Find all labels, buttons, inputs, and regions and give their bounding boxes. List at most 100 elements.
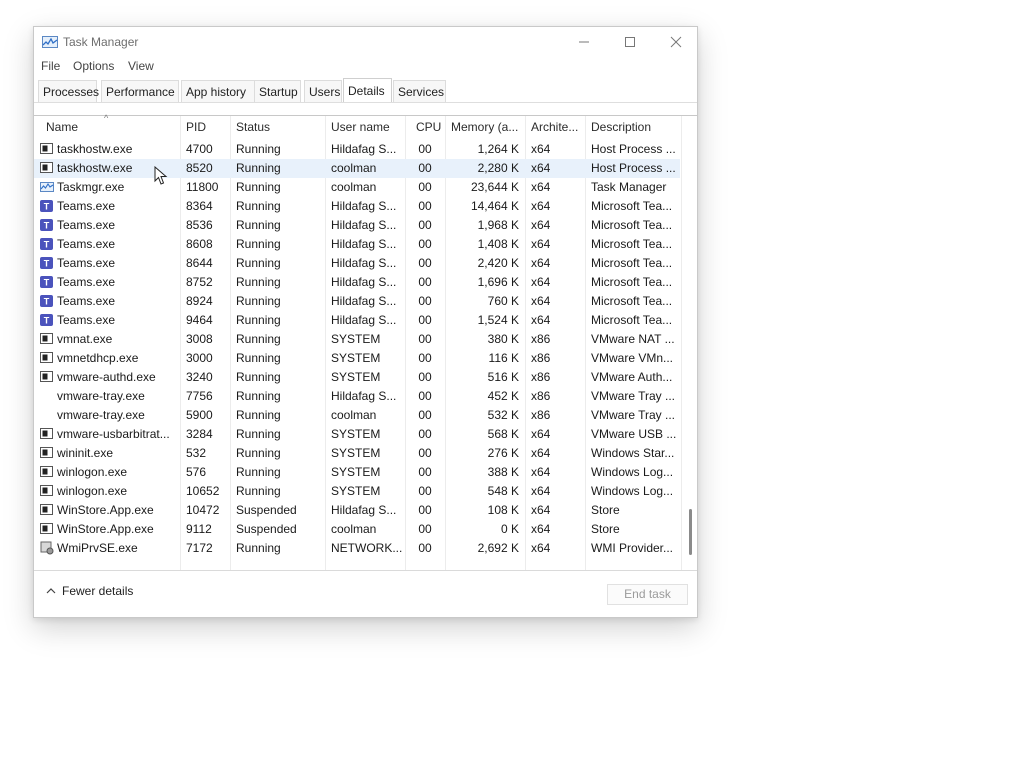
process-memory-cell: 2,420 K <box>477 256 519 270</box>
column-header-user-name[interactable]: User name <box>325 116 405 138</box>
process-row[interactable]: WmiPrvSE.exe 7172 Running NETWORK... 00 2,692… <box>34 539 680 558</box>
column-header-cpu[interactable]: CPU <box>405 116 445 138</box>
process-arch-cell: x64 <box>531 427 551 441</box>
process-desc-cell: Microsoft Tea... <box>591 218 673 232</box>
process-desc-cell: VMware Tray ... <box>591 408 676 422</box>
process-row[interactable]: winlogon.exe 576 Running SYSTEM 00 388 K x64 Wi… <box>34 463 680 482</box>
menu-view[interactable]: View <box>128 59 154 73</box>
process-row[interactable]: vmware-usbarbitrat... 3284 Running SYSTEM 00… <box>34 425 680 444</box>
process-arch-cell: x64 <box>531 275 551 289</box>
scrollbar-thumb[interactable] <box>689 509 692 555</box>
menu-file[interactable]: File <box>41 59 60 73</box>
process-desc-cell: Task Manager <box>591 180 667 194</box>
process-status-cell: Running <box>236 275 281 289</box>
process-memory-cell: 23,644 K <box>470 180 519 194</box>
process-name-cell: T Teams.exe <box>34 235 180 254</box>
process-pid-cell: 8520 <box>186 161 213 175</box>
process-desc-cell: Microsoft Tea... <box>591 294 673 308</box>
process-name: taskhostw.exe <box>57 142 133 156</box>
process-pid-cell: 9464 <box>186 313 213 327</box>
tab-strip: Processes Performance App history Startu… <box>38 78 697 102</box>
process-desc-cell: VMware VMn... <box>591 351 674 365</box>
process-row[interactable]: Taskmgr.exe 11800 Running coolman 00 23,644 K… <box>34 178 680 197</box>
column-header-architecture[interactable]: Archite... <box>525 116 585 138</box>
process-pid-cell: 8752 <box>186 275 213 289</box>
process-row[interactable]: wininit.exe 532 Running SYSTEM 00 276 K x64 Win… <box>34 444 680 463</box>
tab-performance[interactable]: Performance <box>101 80 179 102</box>
process-name-cell: vmware-authd.exe <box>34 368 180 387</box>
column-header-pid[interactable]: PID <box>180 116 230 138</box>
process-row[interactable]: T Teams.exe 9464 Running Hildafag S... 00 1,52… <box>34 311 680 330</box>
fewer-details-button[interactable]: Fewer details <box>46 584 133 598</box>
process-row[interactable]: T Teams.exe 8644 Running Hildafag S... 00 2,42… <box>34 254 680 273</box>
process-pid-cell: 576 <box>186 465 207 479</box>
process-row[interactable]: taskhostw.exe 4700 Running Hildafag S... 00 1… <box>34 140 680 159</box>
process-cpu-cell: 00 <box>418 370 432 384</box>
tab-services[interactable]: Services <box>393 80 446 102</box>
process-status-cell: Running <box>236 180 281 194</box>
process-arch-cell: x64 <box>531 446 551 460</box>
process-name: taskhostw.exe <box>57 161 133 175</box>
process-arch-cell: x64 <box>531 465 551 479</box>
tab-details[interactable]: Details <box>343 78 392 102</box>
process-memory-cell: 532 K <box>487 408 519 422</box>
column-header-description[interactable]: Description <box>585 116 681 138</box>
process-memory-cell: 760 K <box>487 294 519 308</box>
process-pid-cell: 8364 <box>186 199 213 213</box>
column-divider[interactable] <box>681 116 682 571</box>
process-cpu-cell: 00 <box>418 199 432 213</box>
process-row[interactable]: vmnat.exe 3008 Running SYSTEM 00 380 K x86 VMwa… <box>34 330 680 349</box>
menu-options[interactable]: Options <box>73 59 114 73</box>
process-row[interactable]: WinStore.App.exe 10472 Suspended Hildafag S… <box>34 501 680 520</box>
process-name-cell: vmware-tray.exe <box>34 387 180 406</box>
process-row[interactable]: WinStore.App.exe 9112 Suspended coolman 00 0 … <box>34 520 680 539</box>
process-row[interactable]: vmware-tray.exe 7756 Running Hildafag S... 0… <box>34 387 680 406</box>
minimize-button[interactable] <box>561 27 607 57</box>
process-desc-cell: Host Process ... <box>591 142 676 156</box>
process-row[interactable]: T Teams.exe 8924 Running Hildafag S... 00 760 … <box>34 292 680 311</box>
tab-processes[interactable]: Processes <box>38 80 99 102</box>
process-status-cell: Running <box>236 427 281 441</box>
process-name-cell: WmiPrvSE.exe <box>34 539 180 558</box>
process-cpu-cell: 00 <box>418 275 432 289</box>
process-pid-cell: 3008 <box>186 332 213 346</box>
process-name: WinStore.App.exe <box>57 522 154 536</box>
column-header-name[interactable]: Name <box>40 116 180 138</box>
process-user-cell: coolman <box>331 180 377 194</box>
process-user-cell: SYSTEM <box>331 465 381 479</box>
process-arch-cell: x64 <box>531 313 551 327</box>
process-memory-cell: 568 K <box>487 427 519 441</box>
process-memory-cell: 388 K <box>487 465 519 479</box>
process-desc-cell: Microsoft Tea... <box>591 199 673 213</box>
process-row[interactable]: winlogon.exe 10652 Running SYSTEM 00 548 K x64… <box>34 482 680 501</box>
tab-app-history[interactable]: App history <box>181 80 255 102</box>
tab-startup[interactable]: Startup <box>254 80 301 102</box>
end-task-button[interactable]: End task <box>607 584 688 605</box>
process-cpu-cell: 00 <box>418 237 432 251</box>
title-bar[interactable]: Task Manager <box>34 27 697 57</box>
process-user-cell: coolman <box>331 408 377 422</box>
process-memory-cell: 0 K <box>500 522 519 536</box>
process-row[interactable]: taskhostw.exe 8520 Running coolman 00 2,280 K… <box>34 159 680 178</box>
process-cpu-cell: 00 <box>418 332 432 346</box>
process-row[interactable]: T Teams.exe 8752 Running Hildafag S... 00 1,69… <box>34 273 680 292</box>
column-header-status[interactable]: Status <box>230 116 325 138</box>
process-name: wininit.exe <box>57 446 114 460</box>
tab-users[interactable]: Users <box>304 80 342 102</box>
close-button[interactable] <box>653 27 699 57</box>
process-memory-cell: 516 K <box>487 370 519 384</box>
process-row[interactable]: T Teams.exe 8364 Running Hildafag S... 00 14,4… <box>34 197 680 216</box>
process-name-cell: vmware-usbarbitrat... <box>34 425 180 444</box>
column-header-memory[interactable]: Memory (a... <box>445 116 525 138</box>
maximize-button[interactable] <box>607 27 653 57</box>
process-row[interactable]: vmware-tray.exe 5900 Running coolman 00 532 K… <box>34 406 680 425</box>
process-status-cell: Running <box>236 351 281 365</box>
process-row[interactable]: T Teams.exe 8608 Running Hildafag S... 00 1,40… <box>34 235 680 254</box>
process-name-cell: vmware-tray.exe <box>34 406 180 425</box>
process-row[interactable]: vmnetdhcp.exe 3000 Running SYSTEM 00 116 K x86… <box>34 349 680 368</box>
vertical-scrollbar[interactable] <box>683 140 695 570</box>
process-pid-cell: 7756 <box>186 389 213 403</box>
process-row[interactable]: T Teams.exe 8536 Running Hildafag S... 00 1,96… <box>34 216 680 235</box>
process-row[interactable]: vmware-authd.exe 3240 Running SYSTEM 00 516 K… <box>34 368 680 387</box>
process-name-cell: T Teams.exe <box>34 216 180 235</box>
